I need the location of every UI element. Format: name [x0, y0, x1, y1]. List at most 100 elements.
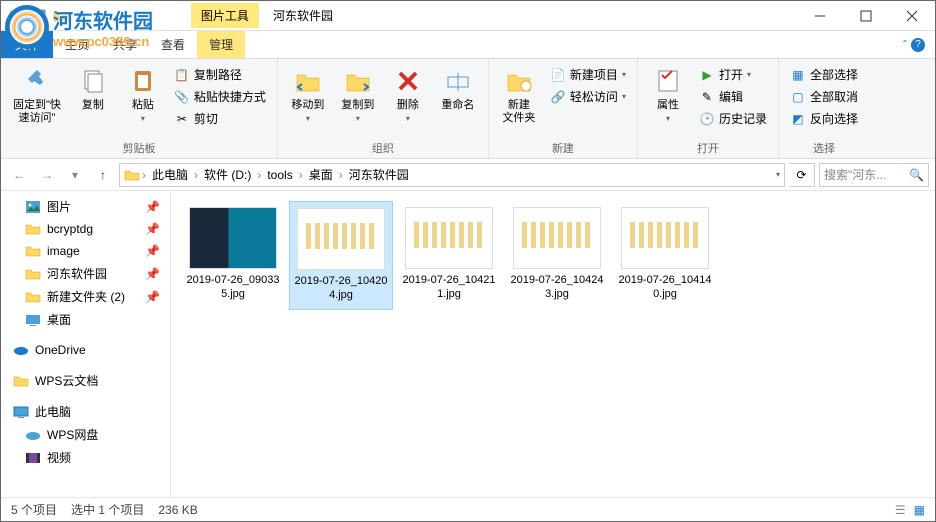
easy-access-button[interactable]: 🔗轻松访问▾: [547, 87, 629, 106]
folder-icon: [124, 167, 140, 183]
file-thumbnail[interactable]: 2019-07-26_104211.jpg: [397, 201, 501, 310]
pin-quick-access-button[interactable]: 固定到"快 速访问": [9, 63, 65, 127]
history-label: 历史记录: [719, 110, 767, 127]
properties-label: 属性: [657, 99, 679, 112]
new-folder-qat-icon[interactable]: [53, 8, 69, 24]
qat-dropdown[interactable]: ▼: [75, 11, 83, 20]
properties-button[interactable]: 属性: [646, 63, 690, 125]
file-thumbnail[interactable]: 2019-07-26_104243.jpg: [505, 201, 609, 310]
thumbnails-view-button[interactable]: ▦: [914, 503, 925, 517]
cut-button[interactable]: ✂剪切: [171, 109, 269, 128]
sidebar-video[interactable]: 视频: [1, 446, 170, 469]
pin-icon: [21, 65, 53, 97]
pin-label: 固定到"快 速访问": [13, 99, 61, 125]
chevron-down-icon: [141, 114, 145, 123]
copy-button[interactable]: 复制: [71, 63, 115, 114]
ribbon-group-clipboard: 固定到"快 速访问" 复制 粘贴 📋复制路径 📎粘贴快捷方式 ✂剪切 剪贴板: [1, 59, 278, 158]
forward-button[interactable]: →: [35, 163, 59, 187]
history-button[interactable]: 🕑历史记录: [696, 109, 770, 128]
close-button[interactable]: [889, 1, 935, 31]
file-name: 2019-07-26_104140.jpg: [617, 273, 713, 302]
chevron-down-icon: [666, 114, 670, 123]
chevron-right-icon[interactable]: ›: [194, 168, 198, 182]
chevron-right-icon[interactable]: ›: [142, 168, 146, 182]
details-view-button[interactable]: ☰: [895, 503, 906, 517]
maximize-button[interactable]: [843, 1, 889, 31]
chevron-right-icon[interactable]: ›: [339, 168, 343, 182]
back-button[interactable]: ←: [7, 163, 31, 187]
copy-icon: [77, 65, 109, 97]
search-icon: 🔍: [909, 168, 924, 182]
ribbon-collapse[interactable]: ˆ ?: [893, 31, 935, 58]
search-input[interactable]: 搜索"河东...🔍: [819, 163, 929, 187]
refresh-button[interactable]: ⟳: [789, 163, 815, 187]
ribbon-group-open: 属性 ▶打开▾ ✎编辑 🕑历史记录 打开: [638, 59, 779, 158]
rename-button[interactable]: 重命名: [436, 63, 480, 114]
tab-view[interactable]: 查看: [149, 31, 197, 58]
address-dropdown[interactable]: ▾: [776, 170, 780, 179]
copy-to-button[interactable]: 复制到: [336, 63, 380, 125]
tab-manage[interactable]: 管理: [197, 31, 245, 58]
file-thumbnail[interactable]: 2019-07-26_104204.jpg: [289, 201, 393, 310]
file-thumbnail[interactable]: 2019-07-26_104140.jpg: [613, 201, 717, 310]
window-title: 河东软件园: [259, 7, 347, 24]
sidebar-onedrive[interactable]: OneDrive: [1, 339, 170, 361]
sidebar-this-pc[interactable]: 此电脑: [1, 400, 170, 423]
delete-button[interactable]: 删除: [386, 63, 430, 125]
shortcut-icon: 📎: [174, 89, 190, 105]
sidebar-item-desktop[interactable]: 桌面: [1, 308, 170, 331]
address-bar[interactable]: › 此电脑› 软件 (D:)› tools› 桌面› 河东软件园 ▾: [119, 163, 785, 187]
copy-path-button[interactable]: 📋复制路径: [171, 65, 269, 84]
ribbon-tabs: 文件 主页 共享 查看 管理 ˆ ?: [1, 31, 935, 59]
breadcrumb[interactable]: tools: [263, 168, 296, 182]
breadcrumb[interactable]: 河东软件园: [345, 166, 413, 183]
chevron-up-icon: ˆ: [903, 38, 907, 52]
select-all-button[interactable]: ▦全部选择: [787, 65, 861, 84]
move-icon: [292, 65, 324, 97]
pin-icon: 📌: [145, 200, 160, 214]
breadcrumb[interactable]: 桌面: [305, 166, 337, 183]
sidebar-item-folder[interactable]: 河东软件园📌: [1, 262, 170, 285]
minimize-button[interactable]: [797, 1, 843, 31]
file-pane[interactable]: 2019-07-26_090335.jpg2019-07-26_104204.j…: [171, 191, 935, 497]
file-thumbnail[interactable]: 2019-07-26_090335.jpg: [181, 201, 285, 310]
sidebar-wps-drive[interactable]: WPS网盘: [1, 423, 170, 446]
chevron-right-icon[interactable]: ›: [299, 168, 303, 182]
sidebar[interactable]: 图片 📌 bcryptdg📌image📌河东软件园📌新建文件夹 (2)📌桌面 OneD…: [1, 191, 171, 497]
sidebar-wps-doc[interactable]: WPS云文档: [1, 369, 170, 392]
tab-share[interactable]: 共享: [101, 31, 149, 58]
sidebar-item-folder[interactable]: image📌: [1, 240, 170, 262]
sidebar-item-folder[interactable]: bcryptdg📌: [1, 218, 170, 240]
new-item-button[interactable]: 📄新建项目▾: [547, 65, 629, 84]
invert-selection-button[interactable]: ◩反向选择: [787, 109, 861, 128]
pin-icon: 📌: [145, 267, 160, 281]
file-name: 2019-07-26_104211.jpg: [401, 273, 497, 302]
properties-qat-icon[interactable]: [31, 8, 47, 24]
new-folder-button[interactable]: 新建 文件夹: [497, 63, 541, 127]
paste-shortcut-button[interactable]: 📎粘贴快捷方式: [171, 87, 269, 106]
selection-count: 选中 1 个项目: [71, 501, 144, 518]
open-button[interactable]: ▶打开▾: [696, 65, 770, 84]
breadcrumb[interactable]: 此电脑: [148, 166, 192, 183]
thumbnail-image: [405, 207, 493, 269]
sidebar-item-folder-icon: [25, 266, 41, 282]
select-none-button[interactable]: ▢全部取消: [787, 87, 861, 106]
help-icon[interactable]: ?: [911, 38, 925, 52]
recent-dropdown[interactable]: ▾: [63, 163, 87, 187]
up-button[interactable]: ↑: [91, 163, 115, 187]
invert-icon: ◩: [790, 111, 806, 127]
sidebar-item-folder[interactable]: 新建文件夹 (2)📌: [1, 285, 170, 308]
file-tab[interactable]: 文件: [1, 31, 53, 58]
edit-button[interactable]: ✎编辑: [696, 87, 770, 106]
move-to-button[interactable]: 移动到: [286, 63, 330, 125]
paste-button[interactable]: 粘贴: [121, 63, 165, 125]
tab-home[interactable]: 主页: [53, 31, 101, 58]
history-icon: 🕑: [699, 111, 715, 127]
thumbnail-image: [621, 207, 709, 269]
sidebar-item-label: 图片: [47, 198, 71, 215]
open-icon: ▶: [699, 67, 715, 83]
breadcrumb[interactable]: 软件 (D:): [200, 166, 255, 183]
chevron-down-icon: [406, 114, 410, 123]
sidebar-item-pictures[interactable]: 图片 📌: [1, 195, 170, 218]
chevron-right-icon[interactable]: ›: [257, 168, 261, 182]
